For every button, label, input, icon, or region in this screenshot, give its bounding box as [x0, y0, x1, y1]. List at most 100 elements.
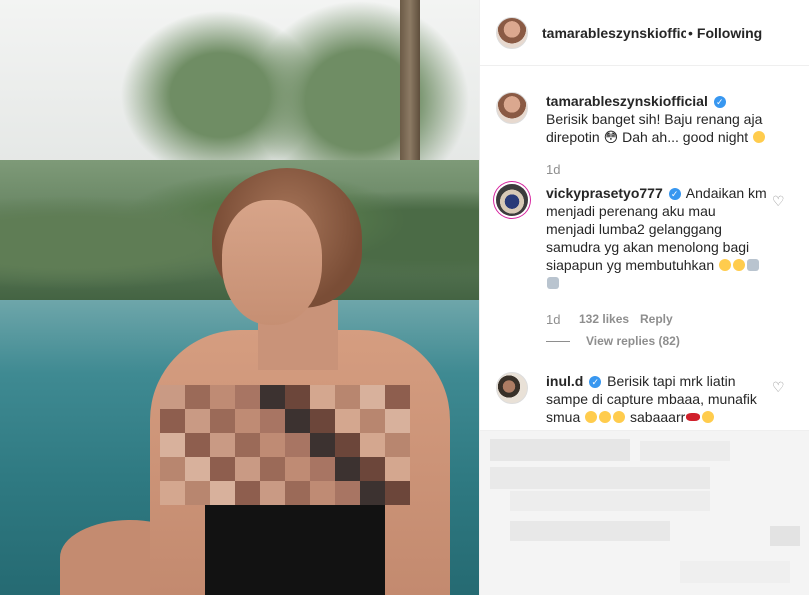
verified-badge-icon: ✓: [589, 376, 602, 388]
mosaic-tile: [260, 481, 285, 505]
mosaic-tile: [160, 457, 185, 481]
mosaic-tile: [210, 409, 235, 433]
pixelated-region: [480, 430, 809, 595]
like-heart-icon[interactable]: ♡: [772, 194, 786, 208]
angel-emoji-icon: [547, 277, 559, 289]
mosaic-tile: [210, 385, 235, 409]
mosaic-tile: [160, 481, 185, 505]
smiling-face-emoji-icon: [719, 259, 731, 271]
sleepy-face-emoji-icon: [753, 131, 766, 143]
censor-mosaic: [160, 385, 410, 505]
view-replies-label: View replies (82): [586, 334, 680, 348]
comment-vicky: vickyprasetyo777 ✓ Andaikan km menjadi p…: [496, 184, 796, 292]
comment-text: Berisik banget sih! Baju renang aja dire…: [546, 111, 763, 145]
following-button[interactable]: Following: [697, 25, 762, 41]
mosaic-tile: [310, 433, 335, 457]
mosaic-tile: [335, 481, 360, 505]
dizzy-face-emoji-icon: [585, 411, 598, 423]
view-replies-button[interactable]: View replies (82): [546, 334, 680, 348]
comment-body: tamarableszynskiofficial ✓ Berisik bange…: [546, 92, 768, 146]
comment-avatar[interactable]: [496, 372, 528, 404]
comment-username[interactable]: vickyprasetyo777: [546, 185, 663, 201]
mosaic-tile: [285, 385, 310, 409]
mosaic-tile: [160, 433, 185, 457]
comment-inul: inul.d ✓ Berisik tapi mrk liatin sampe d…: [496, 372, 796, 426]
pixelated-block: [490, 467, 710, 489]
comment-username[interactable]: tamarableszynskiofficial: [546, 93, 708, 109]
follow-separator: •: [688, 24, 693, 41]
pixelated-block: [770, 526, 800, 546]
mosaic-tile: [185, 385, 210, 409]
heart-eyes-emoji-icon: [702, 411, 715, 423]
mosaic-tile: [360, 409, 385, 433]
mosaic-tile: [385, 385, 410, 409]
dizzy-face-emoji-icon: [613, 411, 626, 423]
mosaic-tile: [310, 457, 335, 481]
pixelated-block: [510, 521, 670, 541]
mosaic-tile: [260, 385, 285, 409]
verified-badge-icon: ✓: [713, 96, 726, 108]
mosaic-tile: [210, 481, 235, 505]
mosaic-tile: [335, 457, 360, 481]
photo-person-face: [222, 200, 322, 325]
mosaic-tile: [335, 385, 360, 409]
mosaic-tile: [385, 457, 410, 481]
mosaic-tile: [260, 409, 285, 433]
mosaic-tile: [310, 481, 335, 505]
mosaic-tile: [285, 409, 310, 433]
comment-likes[interactable]: 132 likes: [579, 312, 629, 326]
lips-emoji-icon: [686, 413, 701, 421]
mosaic-tile: [185, 409, 210, 433]
comment-body: inul.d ✓ Berisik tapi mrk liatin sampe d…: [546, 372, 768, 426]
mosaic-tile: [210, 457, 235, 481]
author-username[interactable]: tamarableszynskiofficial: [542, 25, 686, 41]
comment-time: 1d: [546, 312, 561, 327]
angel-emoji-icon: [747, 259, 759, 271]
comment-text-suffix: sabaaarr: [630, 409, 686, 425]
like-heart-icon[interactable]: ♡: [772, 380, 786, 394]
mosaic-tile: [360, 433, 385, 457]
pixelated-block: [680, 561, 790, 583]
mosaic-tile: [335, 409, 360, 433]
comment-avatar[interactable]: [496, 184, 528, 216]
reply-button[interactable]: Reply: [640, 312, 673, 326]
post-header: tamarableszynskiofficial • Following: [480, 0, 809, 66]
mosaic-tile: [310, 409, 335, 433]
mosaic-tile: [360, 481, 385, 505]
mosaic-tile: [160, 409, 185, 433]
comment-time: 1d: [546, 162, 561, 177]
mosaic-tile: [210, 433, 235, 457]
mosaic-tile: [285, 481, 310, 505]
mosaic-tile: [185, 481, 210, 505]
mosaic-tile: [360, 385, 385, 409]
mosaic-tile: [360, 457, 385, 481]
pixelated-block: [510, 491, 710, 511]
mosaic-tile: [335, 433, 360, 457]
mosaic-tile: [185, 433, 210, 457]
dizzy-face-emoji-icon: [599, 411, 612, 423]
author-avatar[interactable]: [496, 16, 528, 49]
mosaic-tile: [160, 385, 185, 409]
comment-caption: tamarableszynskiofficial ✓ Berisik bange…: [496, 92, 796, 146]
mosaic-tile: [260, 457, 285, 481]
pixelated-block: [640, 441, 730, 461]
mosaic-tile: [185, 457, 210, 481]
verified-badge-icon: ✓: [668, 188, 681, 200]
replies-line: [546, 340, 570, 342]
mosaic-tile: [285, 457, 310, 481]
comment-avatar[interactable]: [496, 92, 528, 124]
comment-username[interactable]: inul.d: [546, 373, 583, 389]
mosaic-tile: [285, 433, 310, 457]
mosaic-tile: [235, 433, 260, 457]
mosaic-tile: [385, 481, 410, 505]
mosaic-tile: [385, 409, 410, 433]
mosaic-tile: [235, 457, 260, 481]
mosaic-tile: [235, 385, 260, 409]
smiling-face-emoji-icon: [733, 259, 745, 271]
mosaic-tile: [260, 433, 285, 457]
mosaic-tile: [310, 385, 335, 409]
pixelated-block: [490, 439, 630, 461]
post-photo[interactable]: [0, 0, 479, 595]
mosaic-tile: [385, 433, 410, 457]
mosaic-tile: [235, 409, 260, 433]
